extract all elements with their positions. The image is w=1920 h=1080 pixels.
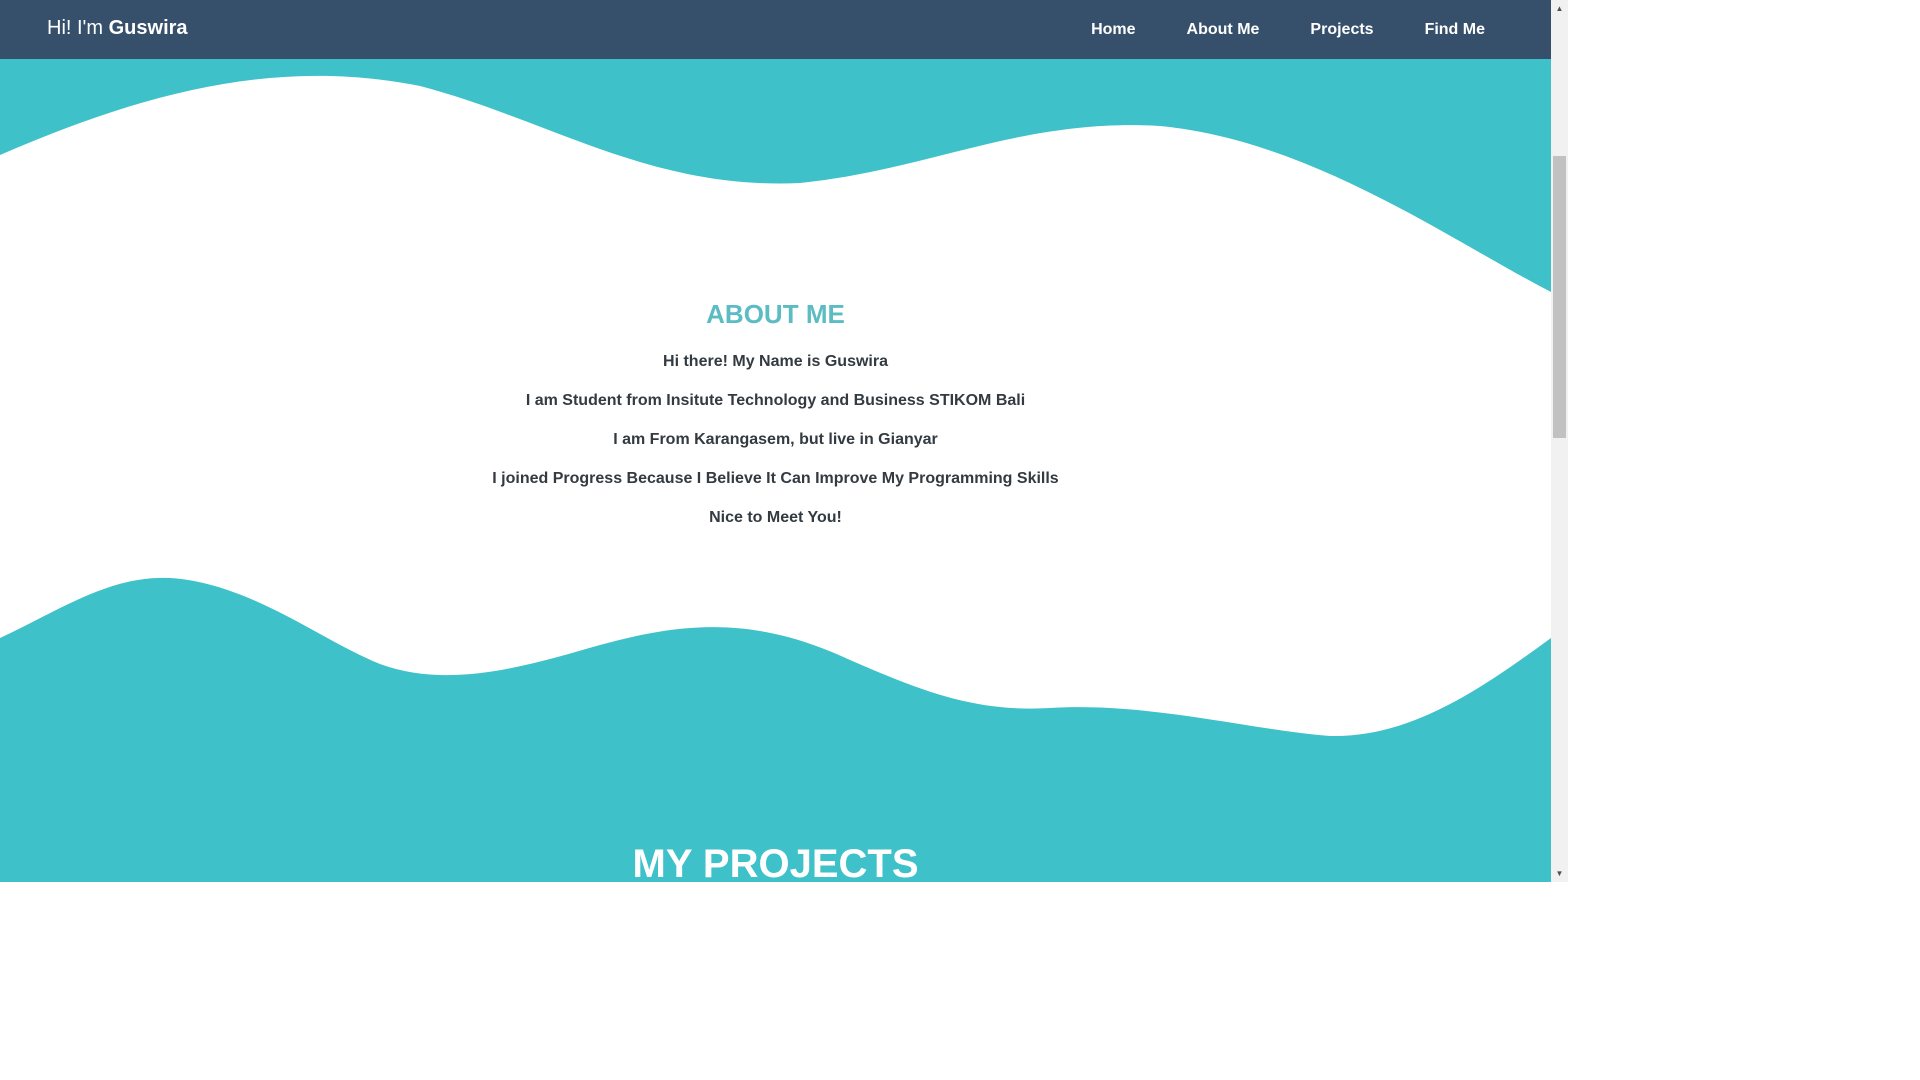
- brand-prefix: Hi! I'm: [47, 17, 104, 39]
- brand-name: Guswira: [108, 17, 188, 39]
- projects-title: MY PROJECTS: [632, 842, 919, 882]
- about-line-closing: Nice to Meet You!: [709, 509, 842, 526]
- page-viewport: Hi! I'm Guswira Home About Me Projects F…: [0, 0, 1551, 882]
- about-line-school: I am Student from Insitute Technology an…: [525, 392, 1026, 409]
- about-line-motivation: I joined Progress Because I Believe It C…: [492, 470, 1059, 487]
- vertical-scrollbar[interactable]: ▲ ▼: [1551, 0, 1568, 882]
- scrollbar-thumb[interactable]: [1553, 156, 1566, 438]
- about-section: ABOUT ME Hi there! My Name is Guswira I …: [0, 296, 1551, 547]
- bottom-wave: [0, 577, 1551, 882]
- nav-link-about-me[interactable]: About Me: [1187, 21, 1260, 39]
- nav-link-find-me[interactable]: Find Me: [1425, 21, 1485, 39]
- nav-menu: Home About Me Projects Find Me: [1091, 0, 1551, 59]
- scroll-up-arrow-icon[interactable]: ▲: [1551, 0, 1568, 17]
- nav-link-projects[interactable]: Projects: [1310, 21, 1373, 39]
- about-title: ABOUT ME: [706, 299, 845, 329]
- about-text: Hi there! My Name is Guswira I am Studen…: [0, 352, 1551, 547]
- scroll-down-arrow-icon[interactable]: ▼: [1551, 865, 1568, 882]
- brand-logo[interactable]: Hi! I'm Guswira: [47, 15, 188, 41]
- about-line-greeting: Hi there! My Name is Guswira: [663, 353, 888, 370]
- navbar: Hi! I'm Guswira Home About Me Projects F…: [0, 0, 1551, 59]
- nav-link-home[interactable]: Home: [1091, 21, 1135, 39]
- about-line-hometown: I am From Karangasem, but live in Gianya…: [613, 431, 938, 448]
